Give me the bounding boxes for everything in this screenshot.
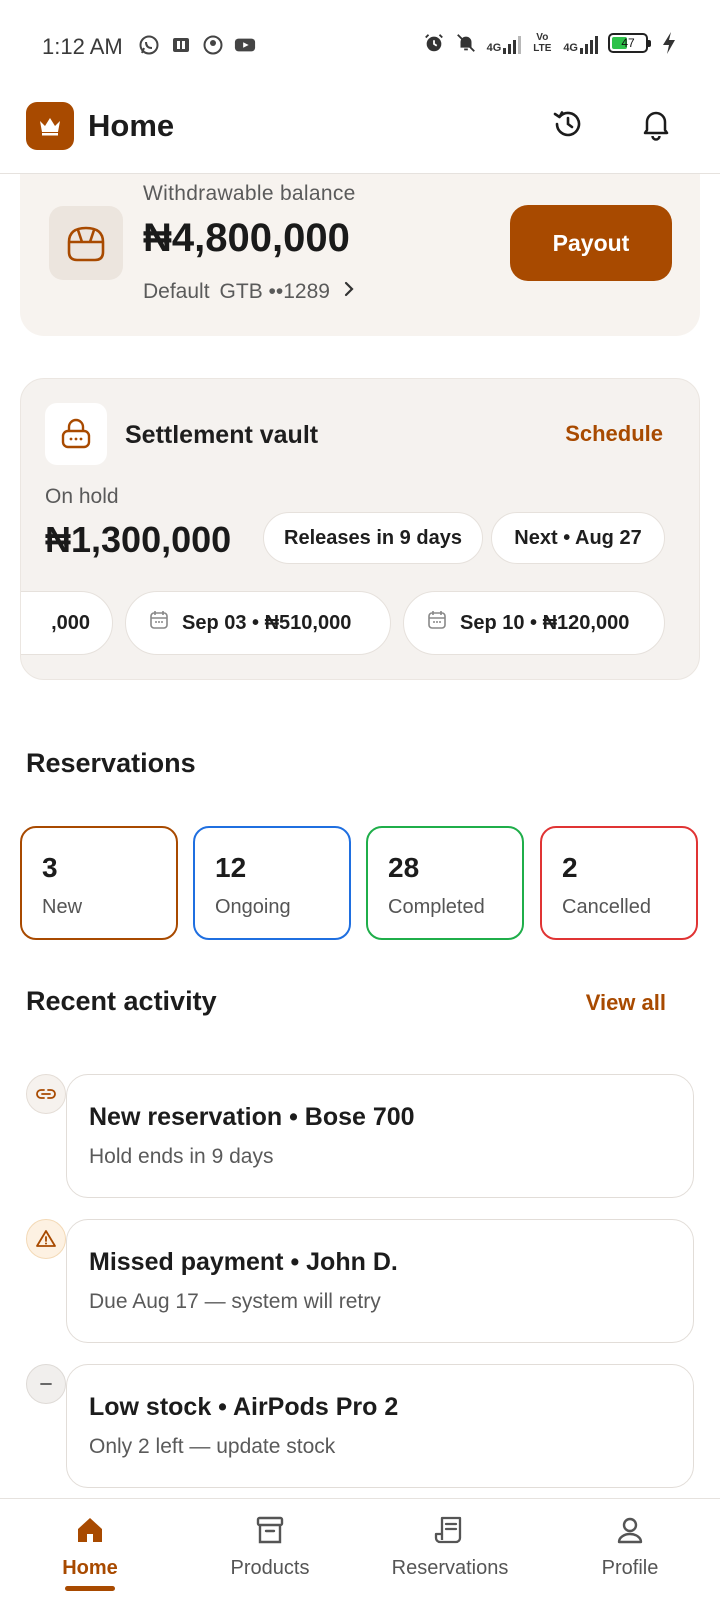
- network-type-label: 4G: [486, 42, 502, 54]
- status-system-icons: 4G Vo LTE 4G 47: [423, 32, 680, 54]
- whatsapp-icon: [138, 34, 160, 56]
- signal-strength-1: 4G: [487, 32, 522, 54]
- reservation-card-ongoing[interactable]: 12 Ongoing: [193, 826, 351, 940]
- nav-item-reservations[interactable]: Reservations: [360, 1499, 540, 1600]
- notifications-muted-icon: [455, 32, 477, 54]
- youtube-icon: [234, 34, 256, 56]
- warning-icon: [26, 1219, 66, 1259]
- reservation-card-new[interactable]: 3 New: [20, 826, 178, 940]
- balance-amount: ₦4,800,000: [143, 216, 350, 260]
- release-chip[interactable]: ,000: [21, 591, 113, 655]
- charging-bolt-icon: [658, 32, 680, 54]
- release-chip[interactable]: Sep 03 • ₦510,000: [125, 591, 391, 655]
- activity-item[interactable]: New reservation • Bose 700 Hold ends in …: [66, 1074, 694, 1198]
- reservation-count: 2: [562, 852, 578, 883]
- nav-label: Profile: [601, 1557, 659, 1579]
- releases-pill[interactable]: Releases in 9 days: [263, 512, 483, 564]
- volte-icon: Vo LTE: [533, 32, 552, 54]
- release-chip-label: Sep 10 • ₦120,000: [460, 611, 630, 634]
- activity-subtitle: Only 2 left — update stock: [89, 1435, 336, 1458]
- network-type-label-2: 4G: [563, 42, 578, 54]
- nav-label: Products: [230, 1557, 310, 1579]
- reservation-count: 12: [215, 852, 247, 883]
- reservation-label: Completed: [388, 896, 485, 918]
- reservation-count: 3: [42, 852, 58, 883]
- schedule-link[interactable]: Schedule: [565, 421, 663, 447]
- release-chip-label: ,000: [51, 611, 90, 634]
- release-chip-label: Sep 03 • ₦510,000: [182, 611, 352, 634]
- activity-subtitle: Hold ends in 9 days: [89, 1145, 274, 1168]
- reservation-card-completed[interactable]: 28 Completed: [366, 826, 524, 940]
- history-button[interactable]: [546, 104, 590, 148]
- onhold-label: On hold: [45, 485, 119, 508]
- vault-title: Settlement vault: [125, 421, 319, 449]
- payout-button[interactable]: Payout: [510, 205, 672, 281]
- wallet-app-icon: [170, 34, 192, 56]
- activity-title: New reservation • Bose 700: [89, 1103, 415, 1131]
- nav-label: Home: [62, 1557, 118, 1579]
- onhold-amount: ₦1,300,000: [45, 519, 232, 560]
- notifications-button[interactable]: [634, 104, 678, 148]
- view-all-link[interactable]: View all: [586, 990, 666, 1016]
- calendar-icon: [426, 609, 448, 637]
- reservation-label: Ongoing: [215, 896, 291, 918]
- account-default-label: Default: [143, 280, 210, 303]
- payout-account-link[interactable]: Default GTB ••1289: [143, 280, 358, 304]
- status-app-icons: [138, 34, 256, 56]
- nav-item-profile[interactable]: Profile: [540, 1499, 720, 1600]
- bag-icon: [49, 206, 123, 280]
- lock-icon: [45, 403, 107, 465]
- battery-level: 47: [621, 36, 635, 50]
- activity-title: Low stock • AirPods Pro 2: [89, 1393, 399, 1421]
- activity-item[interactable]: Low stock • AirPods Pro 2 Only 2 left — …: [66, 1364, 694, 1488]
- history-icon: [550, 106, 586, 147]
- activity-title: Missed payment • John D.: [89, 1248, 398, 1276]
- status-bar: 1:12 AM 4G Vo LTE 4G 47: [0, 0, 720, 90]
- nav-item-products[interactable]: Products: [180, 1499, 360, 1600]
- reservation-count: 28: [388, 852, 420, 883]
- balance-label: Withdrawable balance: [143, 182, 356, 205]
- settlement-vault-card: Settlement vault Schedule On hold ₦1,300…: [20, 378, 700, 680]
- release-chip[interactable]: Sep 10 • ₦120,000: [403, 591, 665, 655]
- page-title: Home: [88, 108, 175, 143]
- nav-item-home[interactable]: Home: [0, 1499, 180, 1600]
- chevron-right-icon: [340, 280, 358, 304]
- reservation-label: Cancelled: [562, 896, 651, 918]
- reservation-card-cancelled[interactable]: 2 Cancelled: [540, 826, 698, 940]
- bell-icon: [639, 106, 673, 147]
- minus-icon: [26, 1364, 66, 1404]
- bottom-navigation: Home Products Reservations Profile: [0, 1498, 720, 1600]
- activity-subtitle: Due Aug 17 — system will retry: [89, 1290, 381, 1313]
- receipt-icon: [433, 1513, 467, 1547]
- home-icon: [73, 1513, 107, 1547]
- reservation-label: New: [42, 896, 83, 918]
- signal-strength-2: 4G: [563, 32, 598, 54]
- recent-activity-title: Recent activity: [26, 986, 217, 1016]
- nav-label: Reservations: [391, 1557, 509, 1579]
- alarm-icon: [423, 32, 445, 54]
- user-icon: [613, 1513, 647, 1547]
- next-release-pill[interactable]: Next • Aug 27: [491, 512, 665, 564]
- calendar-icon: [148, 609, 170, 637]
- reservations-title: Reservations: [26, 748, 196, 778]
- link-icon: [26, 1074, 66, 1114]
- archive-box-icon: [253, 1513, 287, 1547]
- active-indicator: [65, 1586, 115, 1591]
- account-bank-label: GTB ••1289: [219, 280, 330, 303]
- status-time: 1:12 AM: [42, 34, 123, 59]
- balance-card: Withdrawable balance ₦4,800,000 Default …: [20, 150, 700, 336]
- activity-item[interactable]: Missed payment • John D. Due Aug 17 — sy…: [66, 1219, 694, 1343]
- crown-icon: [26, 102, 74, 150]
- messenger-icon: [202, 34, 224, 56]
- app-header: Home: [0, 90, 720, 174]
- battery-icon: 47: [608, 33, 651, 53]
